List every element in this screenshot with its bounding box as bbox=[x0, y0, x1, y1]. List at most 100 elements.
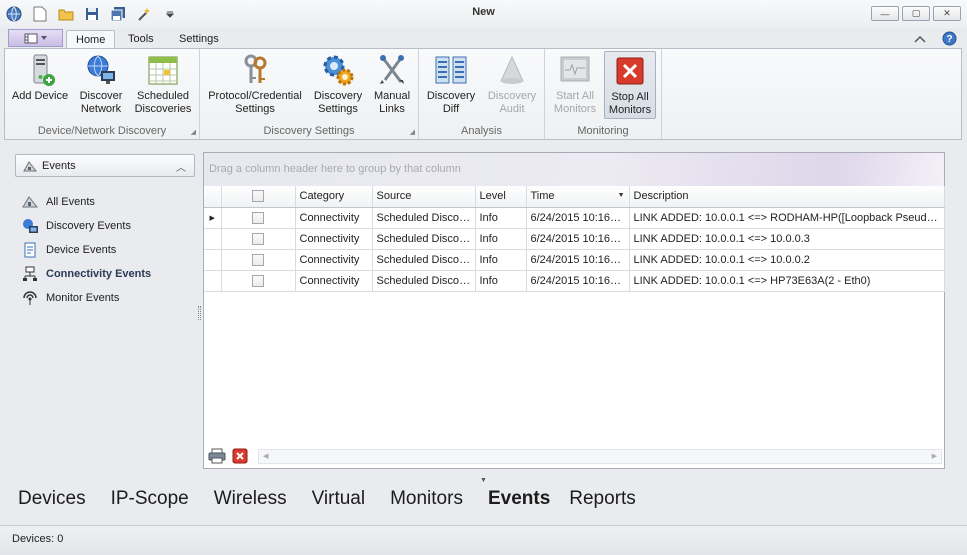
cell-level: Info bbox=[475, 228, 527, 250]
print-icon[interactable] bbox=[208, 448, 226, 467]
row-checkbox-cell[interactable] bbox=[221, 270, 296, 292]
row-checkbox-cell[interactable] bbox=[221, 249, 296, 271]
column-header-source[interactable]: Source bbox=[372, 186, 476, 208]
sidebar-item-label: Discovery Events bbox=[46, 220, 131, 232]
chevron-up-icon[interactable]: ︿ bbox=[176, 159, 186, 174]
cell-time: 6/24/2015 10:16… bbox=[526, 249, 630, 271]
table-row[interactable]: ▶ Connectivity Scheduled Discov… Info 6/… bbox=[204, 207, 945, 229]
new-file-icon[interactable] bbox=[32, 6, 48, 22]
cell-source: Scheduled Discov… bbox=[372, 207, 476, 229]
start-all-monitors-button[interactable]: Start All Monitors bbox=[548, 51, 602, 119]
sidebar-item-all-events[interactable]: All Events bbox=[21, 190, 151, 214]
scheduled-discoveries-button[interactable]: Scheduled Discoveries bbox=[131, 51, 195, 119]
row-checkbox[interactable] bbox=[252, 274, 264, 287]
column-header-time[interactable]: ▼ Time bbox=[526, 186, 630, 208]
cell-time: 6/24/2015 10:16… bbox=[526, 228, 630, 250]
group-label-device-discovery: Device/Network Discovery bbox=[37, 125, 167, 137]
device-events-icon bbox=[21, 242, 39, 258]
select-all-checkbox[interactable] bbox=[252, 190, 264, 203]
ribbon-tab-row: Home Tools Settings ? bbox=[0, 28, 967, 50]
cell-description: LINK ADDED: 10.0.0.1 <=> RODHAM-HP([Loop… bbox=[629, 207, 945, 229]
help-icon[interactable]: ? bbox=[942, 31, 957, 46]
cell-level: Info bbox=[475, 270, 527, 292]
cell-description: LINK ADDED: 10.0.0.1 <=> HP73E63A(2 - Et… bbox=[629, 270, 945, 292]
tab-tools[interactable]: Tools bbox=[119, 30, 163, 50]
close-button[interactable]: ✕ bbox=[933, 6, 961, 21]
column-header-level[interactable]: Level bbox=[475, 186, 527, 208]
select-all-checkbox-header[interactable] bbox=[221, 186, 296, 208]
module-virtual[interactable]: Virtual bbox=[312, 488, 366, 510]
sidebar-item-connectivity-events[interactable]: Connectivity Events bbox=[21, 262, 151, 286]
discovery-settings-label-2: Settings bbox=[318, 103, 358, 115]
row-indicator bbox=[204, 270, 222, 292]
sidebar-item-monitor-events[interactable]: Monitor Events bbox=[21, 286, 151, 310]
column-header-description[interactable]: Description bbox=[629, 186, 945, 208]
discovery-settings-label-1: Discovery bbox=[313, 90, 363, 102]
discovery-diff-label-1: Discovery bbox=[426, 90, 476, 102]
module-monitors[interactable]: Monitors bbox=[390, 488, 463, 510]
start-monitors-label-2: Monitors bbox=[553, 103, 597, 115]
app-globe-icon[interactable] bbox=[6, 6, 22, 22]
sidebar-item-label: Monitor Events bbox=[46, 292, 120, 304]
chevron-down-icon bbox=[40, 36, 47, 40]
module-reports[interactable]: Reports bbox=[569, 488, 636, 510]
dialog-launcher-icon[interactable]: ◢ bbox=[410, 128, 415, 136]
scroll-right-icon[interactable]: ▶ bbox=[932, 452, 937, 460]
row-indicator bbox=[204, 228, 222, 250]
row-checkbox-cell[interactable] bbox=[221, 228, 296, 250]
module-ip-scope[interactable]: IP-Scope bbox=[111, 488, 189, 510]
group-analysis: Discovery Diff Discovery Audit Analysis bbox=[419, 49, 545, 139]
sidebar-item-discovery-events[interactable]: Discovery Events bbox=[21, 214, 151, 238]
group-monitoring: Start All Monitors Stop All Monitors Mon… bbox=[545, 49, 662, 139]
module-events[interactable]: Events bbox=[488, 488, 550, 510]
application-menu-button[interactable] bbox=[8, 29, 63, 47]
manual-links-label-1: Manual bbox=[373, 90, 411, 102]
dialog-launcher-icon[interactable]: ◢ bbox=[191, 128, 196, 136]
sidebar-item-device-events[interactable]: Device Events bbox=[21, 238, 151, 262]
collapse-ribbon-icon[interactable] bbox=[914, 34, 926, 44]
tab-settings[interactable]: Settings bbox=[170, 30, 228, 50]
save-icon[interactable] bbox=[84, 6, 100, 22]
table-row[interactable]: Connectivity Scheduled Discov… Info 6/24… bbox=[204, 228, 945, 250]
title-bar: New — ▢ ✕ bbox=[0, 0, 967, 28]
table-row[interactable]: Connectivity Scheduled Discov… Info 6/24… bbox=[204, 249, 945, 271]
row-checkbox[interactable] bbox=[252, 253, 264, 266]
clear-events-icon[interactable] bbox=[232, 448, 248, 467]
module-wireless[interactable]: Wireless bbox=[214, 488, 287, 510]
sidebar-item-label: Device Events bbox=[46, 244, 117, 256]
table-row[interactable]: Connectivity Scheduled Discov… Info 6/24… bbox=[204, 270, 945, 292]
column-header-category[interactable]: Category bbox=[295, 186, 373, 208]
discovery-audit-button[interactable]: Discovery Audit bbox=[483, 51, 541, 119]
wizard-icon[interactable] bbox=[136, 6, 152, 22]
discover-network-button[interactable]: Discover Network bbox=[73, 51, 129, 119]
discovery-diff-button[interactable]: Discovery Diff bbox=[423, 51, 479, 119]
sidebar-list: All Events Discovery Events Device Event… bbox=[21, 190, 151, 310]
row-checkbox-cell[interactable] bbox=[221, 207, 296, 229]
tab-home[interactable]: Home bbox=[66, 30, 116, 50]
module-devices[interactable]: Devices bbox=[18, 488, 86, 510]
group-by-panel[interactable]: Drag a column header here to group by th… bbox=[204, 153, 944, 186]
horizontal-scrollbar[interactable]: ◀ ▶ bbox=[258, 449, 942, 464]
minimize-button[interactable]: — bbox=[871, 6, 899, 21]
module-nav-caret-icon[interactable]: ▼ bbox=[480, 477, 487, 484]
discovery-audit-icon bbox=[495, 53, 529, 87]
cell-source: Scheduled Discov… bbox=[372, 228, 476, 250]
protocol-settings-label-2: Settings bbox=[235, 103, 275, 115]
discovery-settings-button[interactable]: Discovery Settings bbox=[310, 51, 366, 119]
panel-splitter[interactable] bbox=[198, 306, 201, 320]
scroll-left-icon[interactable]: ◀ bbox=[263, 452, 268, 460]
stop-all-monitors-button[interactable]: Stop All Monitors bbox=[604, 51, 656, 119]
row-checkbox[interactable] bbox=[252, 232, 264, 245]
sidebar-header[interactable]: Events ︿ bbox=[15, 154, 195, 177]
row-checkbox[interactable] bbox=[252, 211, 264, 224]
maximize-button[interactable]: ▢ bbox=[902, 6, 930, 21]
add-device-button[interactable]: Add Device bbox=[9, 51, 71, 119]
manual-links-button[interactable]: Manual Links bbox=[370, 51, 414, 119]
cell-category: Connectivity bbox=[295, 207, 373, 229]
all-events-icon bbox=[21, 194, 39, 210]
table-header-row: Category Source Level ▼ Time Description bbox=[204, 186, 945, 208]
customize-qat-icon[interactable] bbox=[162, 6, 178, 22]
protocol-credential-settings-button[interactable]: Protocol/Credential Settings bbox=[204, 51, 306, 119]
open-folder-icon[interactable] bbox=[58, 6, 74, 22]
save-all-icon[interactable] bbox=[110, 6, 126, 22]
